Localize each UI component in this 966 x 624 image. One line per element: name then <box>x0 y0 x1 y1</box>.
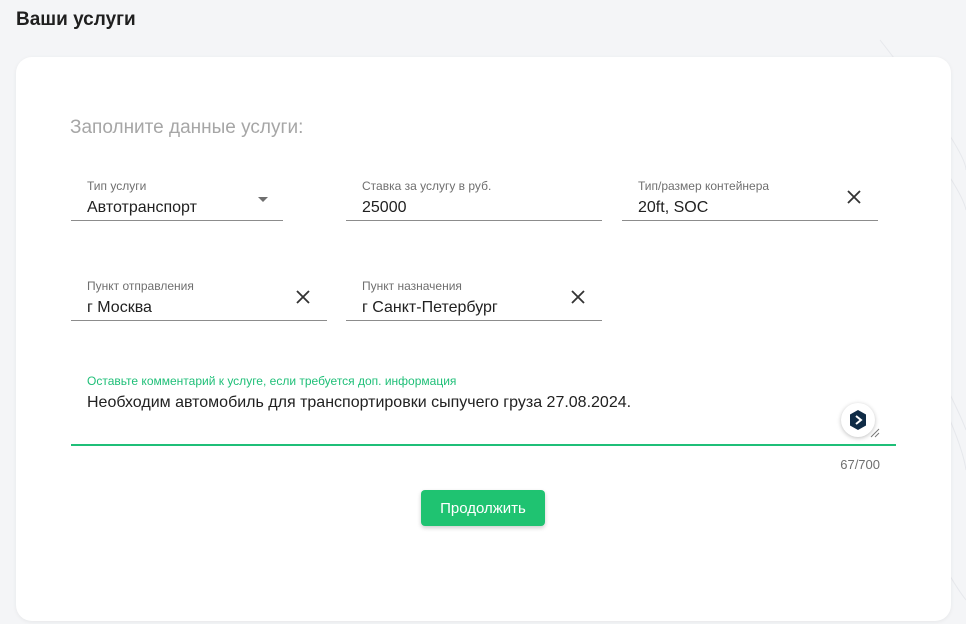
clear-origin-icon[interactable] <box>292 286 314 308</box>
page: Ваши услуги Заполните данные услуги: Тип… <box>0 0 966 624</box>
page-title: Ваши услуги <box>16 9 136 30</box>
service-type-select[interactable]: Тип услуги Автотранспорт <box>71 162 283 221</box>
origin-label: Пункт отправления <box>87 279 194 293</box>
container-type-label: Тип/размер контейнера <box>638 179 770 193</box>
character-counter: 67/700 <box>840 457 880 472</box>
destination-label: Пункт назначения <box>362 279 462 293</box>
rate-input[interactable]: Ставка за услугу в руб. 25000 <box>346 162 602 221</box>
comment-label: Оставьте комментарий к услуге, если треб… <box>87 374 457 388</box>
origin-input[interactable]: Пункт отправления г Москва <box>71 262 327 321</box>
rate-label: Ставка за услугу в руб. <box>362 179 492 193</box>
container-type-value: 20ft, SOC <box>638 199 709 216</box>
continue-button[interactable]: Продолжить <box>421 490 545 526</box>
container-type-input[interactable]: Тип/размер контейнера 20ft, SOC <box>622 162 878 221</box>
service-type-label: Тип услуги <box>87 179 147 193</box>
destination-value: г Санкт-Петербург <box>362 299 498 316</box>
clear-destination-icon[interactable] <box>567 286 589 308</box>
destination-input[interactable]: Пункт назначения г Санкт-Петербург <box>346 262 602 321</box>
origin-value: г Москва <box>87 299 152 316</box>
resize-grip-icon[interactable] <box>870 428 880 438</box>
clear-container-icon[interactable] <box>843 186 865 208</box>
rate-value: 25000 <box>362 199 407 216</box>
service-type-value: Автотранспорт <box>87 199 197 216</box>
comment-textarea[interactable]: Оставьте комментарий к услуге, если треб… <box>71 357 896 446</box>
comment-value: Необходим автомобиль для транспортировки… <box>87 394 632 411</box>
service-form-card: Заполните данные услуги: Тип услуги Авто… <box>16 57 951 621</box>
dropdown-arrow-icon[interactable] <box>252 189 274 211</box>
form-heading: Заполните данные услуги: <box>70 117 304 138</box>
